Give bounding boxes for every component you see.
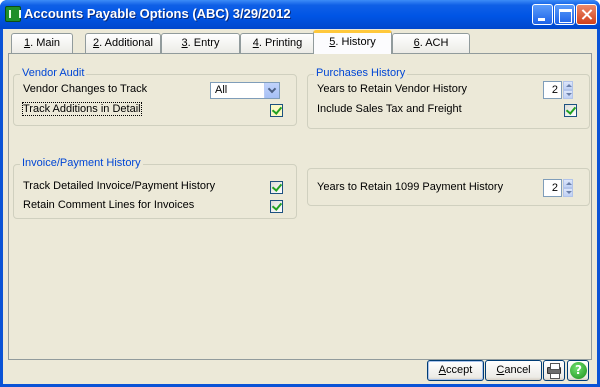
window-client: 1. Main 2. Additional 3. Entry 4. Printi…	[3, 29, 597, 384]
title-bar[interactable]: Accounts Payable Options (ABC) 3/29/2012	[0, 0, 600, 29]
vendor-changes-select[interactable]: All	[210, 82, 280, 99]
invoice-payment-history-group: Invoice/Payment History Track Detailed I…	[13, 157, 297, 219]
purchases-history-group: Purchases History Years to Retain Vendor…	[307, 67, 590, 129]
purchases-history-title: Purchases History	[314, 67, 408, 79]
app-icon	[5, 6, 21, 22]
years-1099-spinner[interactable]: 2	[543, 179, 573, 197]
track-detailed-checkbox[interactable]	[270, 181, 283, 194]
tab-printing[interactable]: 4. Printing	[240, 33, 315, 53]
tab-ach[interactable]: 6. ACH	[392, 33, 470, 53]
vendor-audit-title: Vendor Audit	[20, 67, 87, 79]
help-button[interactable]: ?	[567, 360, 589, 381]
close-button[interactable]	[576, 4, 597, 25]
tab-history[interactable]: 5. History	[313, 30, 392, 54]
chevron-down-icon[interactable]	[264, 83, 279, 98]
history-1099-group: Years to Retain 1099 Payment History 2	[307, 168, 590, 206]
tab-additional[interactable]: 2. Additional	[85, 33, 161, 53]
include-tax-label: Include Sales Tax and Freight	[317, 103, 462, 115]
spin-up-icon[interactable]	[563, 81, 573, 90]
minimize-button[interactable]	[532, 4, 553, 25]
vendor-changes-label: Vendor Changes to Track	[23, 83, 148, 95]
tab-entry[interactable]: 3. Entry	[161, 33, 240, 53]
retain-comment-label: Retain Comment Lines for Invoices	[23, 199, 195, 211]
print-button[interactable]	[543, 360, 565, 381]
invoice-history-title: Invoice/Payment History	[20, 157, 143, 169]
years-vendor-input[interactable]: 2	[543, 81, 562, 99]
help-icon: ?	[570, 362, 587, 379]
years-vendor-spinner[interactable]: 2	[543, 81, 573, 99]
spin-down-icon[interactable]	[563, 188, 573, 197]
track-detailed-label: Track Detailed Invoice/Payment History	[23, 180, 216, 192]
track-additions-label: Track Additions in Detail	[22, 102, 142, 116]
maximize-button[interactable]	[554, 4, 575, 25]
printer-icon	[547, 363, 561, 379]
include-tax-checkbox[interactable]	[564, 104, 577, 117]
retain-comment-checkbox[interactable]	[270, 200, 283, 213]
spin-down-icon[interactable]	[563, 90, 573, 99]
years-vendor-label: Years to Retain Vendor History	[317, 83, 468, 95]
years-1099-input[interactable]: 2	[543, 179, 562, 197]
history-tab-panel: Vendor Audit Vendor Changes to Track All…	[8, 53, 592, 360]
vendor-audit-group: Vendor Audit Vendor Changes to Track All…	[13, 67, 297, 126]
accept-button[interactable]: Accept	[427, 360, 484, 381]
options-window: Accounts Payable Options (ABC) 3/29/2012…	[0, 0, 600, 387]
spin-up-icon[interactable]	[563, 179, 573, 188]
cancel-button[interactable]: Cancel	[485, 360, 542, 381]
track-additions-checkbox[interactable]	[270, 104, 283, 117]
years-1099-label: Years to Retain 1099 Payment History	[317, 181, 504, 193]
window-title: Accounts Payable Options (ABC) 3/29/2012	[24, 6, 291, 21]
tab-main[interactable]: 1. Main	[11, 33, 73, 53]
